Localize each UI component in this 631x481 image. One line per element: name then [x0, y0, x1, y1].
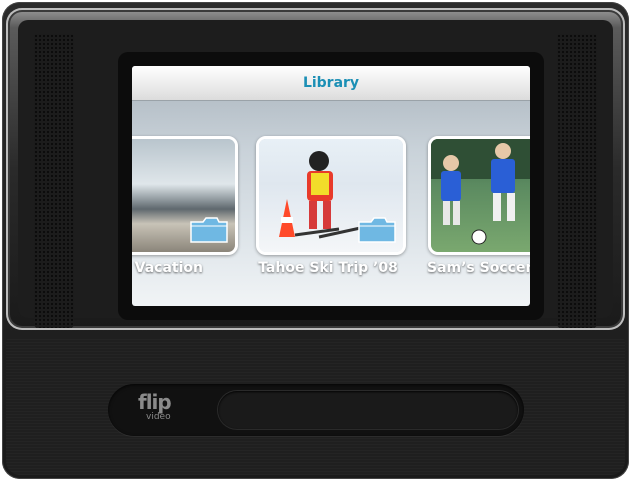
screen-bezel: Library ily Vacation: [118, 52, 544, 320]
record-button[interactable]: [218, 391, 518, 429]
folder-icon: [358, 217, 396, 243]
logo-flip-text: flip: [138, 390, 172, 414]
album-tile-vacation[interactable]: [132, 136, 238, 255]
album-thumbnail: [431, 139, 530, 252]
screen-title: Library: [302, 75, 360, 91]
control-strip: flip video: [108, 384, 524, 436]
folder-icon: [190, 217, 228, 243]
title-bar: Library: [132, 66, 530, 101]
screen-housing: Library ily Vacation: [6, 8, 625, 330]
logo-video-text: video: [146, 412, 171, 422]
device-base: flip video: [6, 338, 625, 475]
screen-housing-inner: Library ily Vacation: [18, 20, 613, 328]
left-speaker-grille: [34, 34, 74, 328]
album-label: ily Vacation: [132, 260, 203, 276]
album-tile-ski-trip[interactable]: [256, 136, 406, 255]
right-speaker-grille: [557, 34, 597, 328]
flip-device: Library ily Vacation: [2, 2, 629, 479]
album-carousel: ily Vacation: [132, 136, 530, 296]
flip-video-logo: flip video: [138, 390, 172, 422]
album-tile-soccer[interactable]: [428, 136, 530, 255]
library-screen: Library ily Vacation: [132, 66, 530, 306]
album-label: Tahoe Ski Trip ’08: [258, 260, 398, 276]
album-label: Sam’s Soccer G: [427, 260, 530, 276]
